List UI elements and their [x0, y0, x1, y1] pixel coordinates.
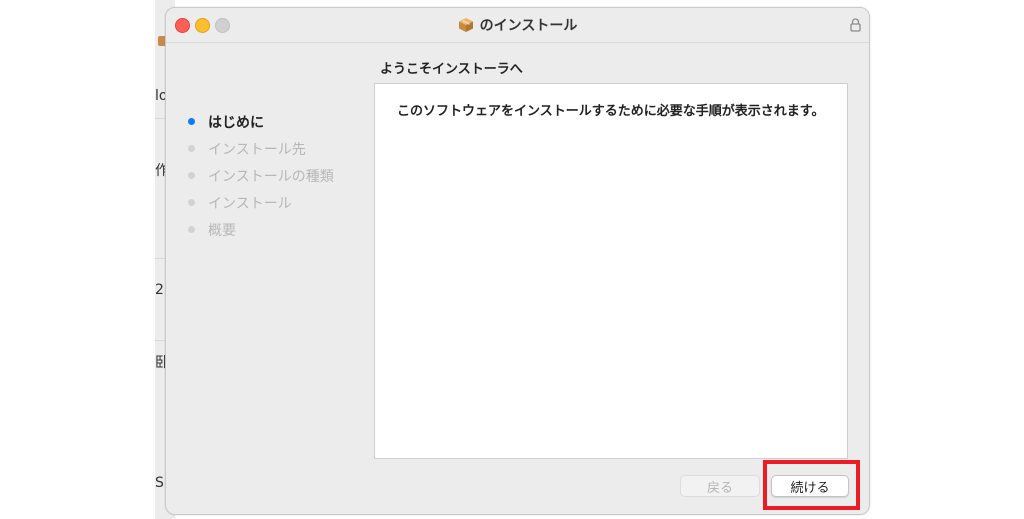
step-dot-icon [188, 226, 195, 233]
page-heading: ようこそインストーラへ [380, 62, 523, 77]
step-dot-icon [188, 199, 195, 206]
installer-window: のインストール ようこそインストーラへ はじめに インストール先 インストールの… [165, 7, 870, 515]
highlight-box [763, 460, 860, 510]
content-panel: このソフトウェアをインストールするために必要な手順が表示されます。 [374, 83, 848, 459]
back-button: 戻る [680, 475, 760, 497]
step-label: インストールの種類 [208, 168, 334, 185]
step-dot-icon [188, 172, 195, 179]
window-title-text: のインストール [479, 18, 578, 34]
step-active-dot-icon [188, 118, 195, 125]
background-text-fragment: S [155, 475, 164, 491]
step-introduction: はじめに [188, 108, 334, 135]
step-label: はじめに [208, 114, 264, 131]
step-summary: 概要 [188, 216, 334, 243]
step-installation-type: インストールの種類 [188, 162, 334, 189]
step-destination: インストール先 [188, 135, 334, 162]
step-label: インストール [208, 195, 292, 212]
package-icon [458, 17, 474, 37]
background-text-fragment: 2 [155, 282, 164, 298]
intro-text: このソフトウェアをインストールするために必要な手順が表示されます。 [397, 104, 825, 119]
step-list: はじめに インストール先 インストールの種類 インストール 概要 [188, 108, 334, 243]
step-label: インストール先 [208, 141, 306, 158]
step-label: 概要 [208, 222, 236, 239]
window-title: のインストール [166, 15, 869, 37]
step-dot-icon [188, 145, 195, 152]
lock-icon [850, 17, 861, 36]
step-installation: インストール [188, 189, 334, 216]
title-bar[interactable]: のインストール [166, 8, 869, 43]
